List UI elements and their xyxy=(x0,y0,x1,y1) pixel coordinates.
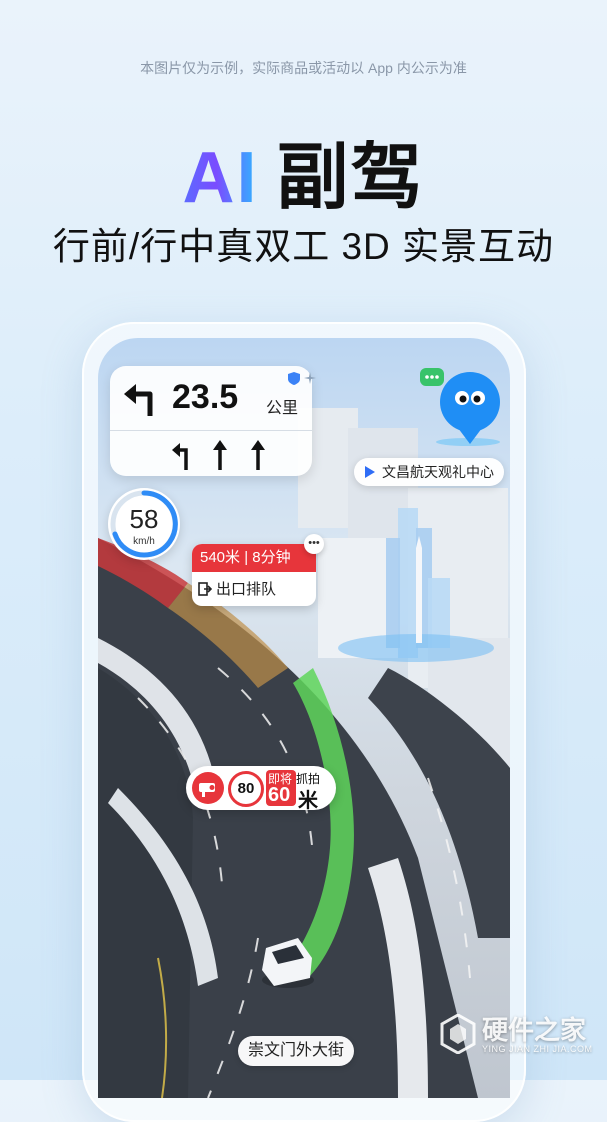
speedometer: 58 km/h xyxy=(108,488,180,560)
exit-label: 出口排队 xyxy=(216,581,277,598)
camera-distance-number: 60 xyxy=(268,784,291,806)
speed-camera-alert[interactable]: 80 即将 抓拍 60 米 xyxy=(186,766,336,812)
page-subline: 行前/行中真双工 3D 实景互动 xyxy=(52,226,555,267)
current-street-label: 崇文门外大街 xyxy=(238,1036,355,1066)
watermark: 硬件之家 YING JIAN ZHI JIA.COM xyxy=(440,1010,600,1070)
mascot-icon xyxy=(420,368,500,446)
poi-label[interactable]: 文昌航天观礼中心 xyxy=(354,458,504,486)
speed-value: 58 xyxy=(129,504,159,534)
exit-distance-time: 540米 | 8分钟 xyxy=(192,544,316,572)
mascot-assistant[interactable] xyxy=(418,354,508,446)
camera-icon xyxy=(192,772,224,804)
speed-limit-sign: 80 xyxy=(228,771,264,807)
lane-straight-arrow-icon xyxy=(213,440,227,470)
sparkle-icon xyxy=(304,372,316,384)
lane-turn-left-icon xyxy=(172,443,188,470)
camera-distance-unit: 米 xyxy=(298,790,318,812)
nav-divider xyxy=(110,430,312,431)
play-icon xyxy=(365,466,375,478)
disclaimer-text: 本图片仅为示例，实际商品或活动以 App 内公示为准 xyxy=(140,60,467,76)
turn-left-icon xyxy=(124,384,153,416)
nav-distance-unit: 公里 xyxy=(266,400,299,417)
page-headline: AI 副驾 xyxy=(0,118,607,223)
nav-distance: 23.5 xyxy=(172,378,239,416)
shield-icon xyxy=(288,372,300,385)
poi-name: 文昌航天观礼中心 xyxy=(382,464,494,480)
speed-unit: km/h xyxy=(133,536,155,547)
watermark-title: 硬件之家 xyxy=(482,1015,587,1045)
nav-primary-row: 23.5 公里 xyxy=(110,366,316,428)
navigation-card[interactable]: 23.5 公里 xyxy=(110,366,316,476)
exit-icon xyxy=(198,582,212,596)
headline-rest: 副驾 xyxy=(276,138,425,218)
lane-straight-arrow-icon xyxy=(251,440,265,470)
chat-bubble-icon[interactable]: ••• xyxy=(304,534,324,554)
watermark-logo-icon xyxy=(440,1014,476,1054)
exit-queue-card[interactable]: 540米 | 8分钟 出口排队 xyxy=(192,544,316,606)
headline-ai: AI xyxy=(182,138,259,218)
watermark-subtitle: YING JIAN ZHI JIA.COM xyxy=(482,1044,593,1054)
map-screen[interactable]: 23.5 公里 58 km/h 540米 | 8分钟 出口排队 ••• 文昌航天… xyxy=(98,338,510,1098)
exit-label-row: 出口排队 xyxy=(198,578,276,599)
lane-guidance xyxy=(170,438,270,472)
